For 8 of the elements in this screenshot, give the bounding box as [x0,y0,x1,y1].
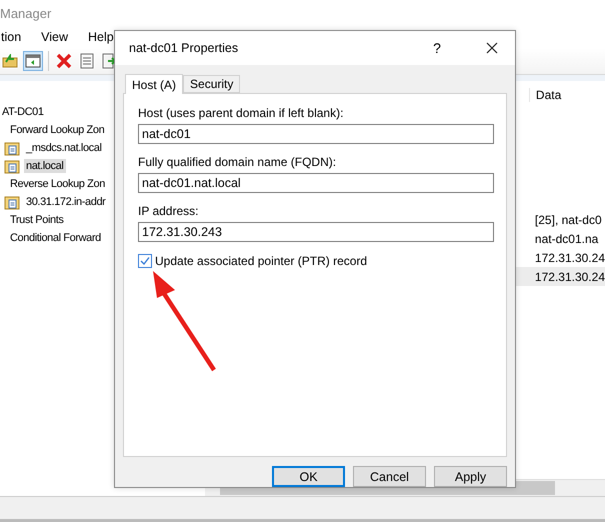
window-title: Manager [0,6,52,20]
checkbox-label: Update associated pointer (PTR) record [155,254,368,268]
dialog-title: nat-dc01 Properties [129,41,240,55]
field-label: IP address: [138,204,200,218]
table-cell: 172.31.30.24 [534,270,605,284]
field-label: Fully qualified domain name (FQDN): [138,155,338,169]
field-label: Host (uses parent domain if left blank): [138,106,344,120]
table-cell: [25], nat-dc0 [534,212,602,226]
